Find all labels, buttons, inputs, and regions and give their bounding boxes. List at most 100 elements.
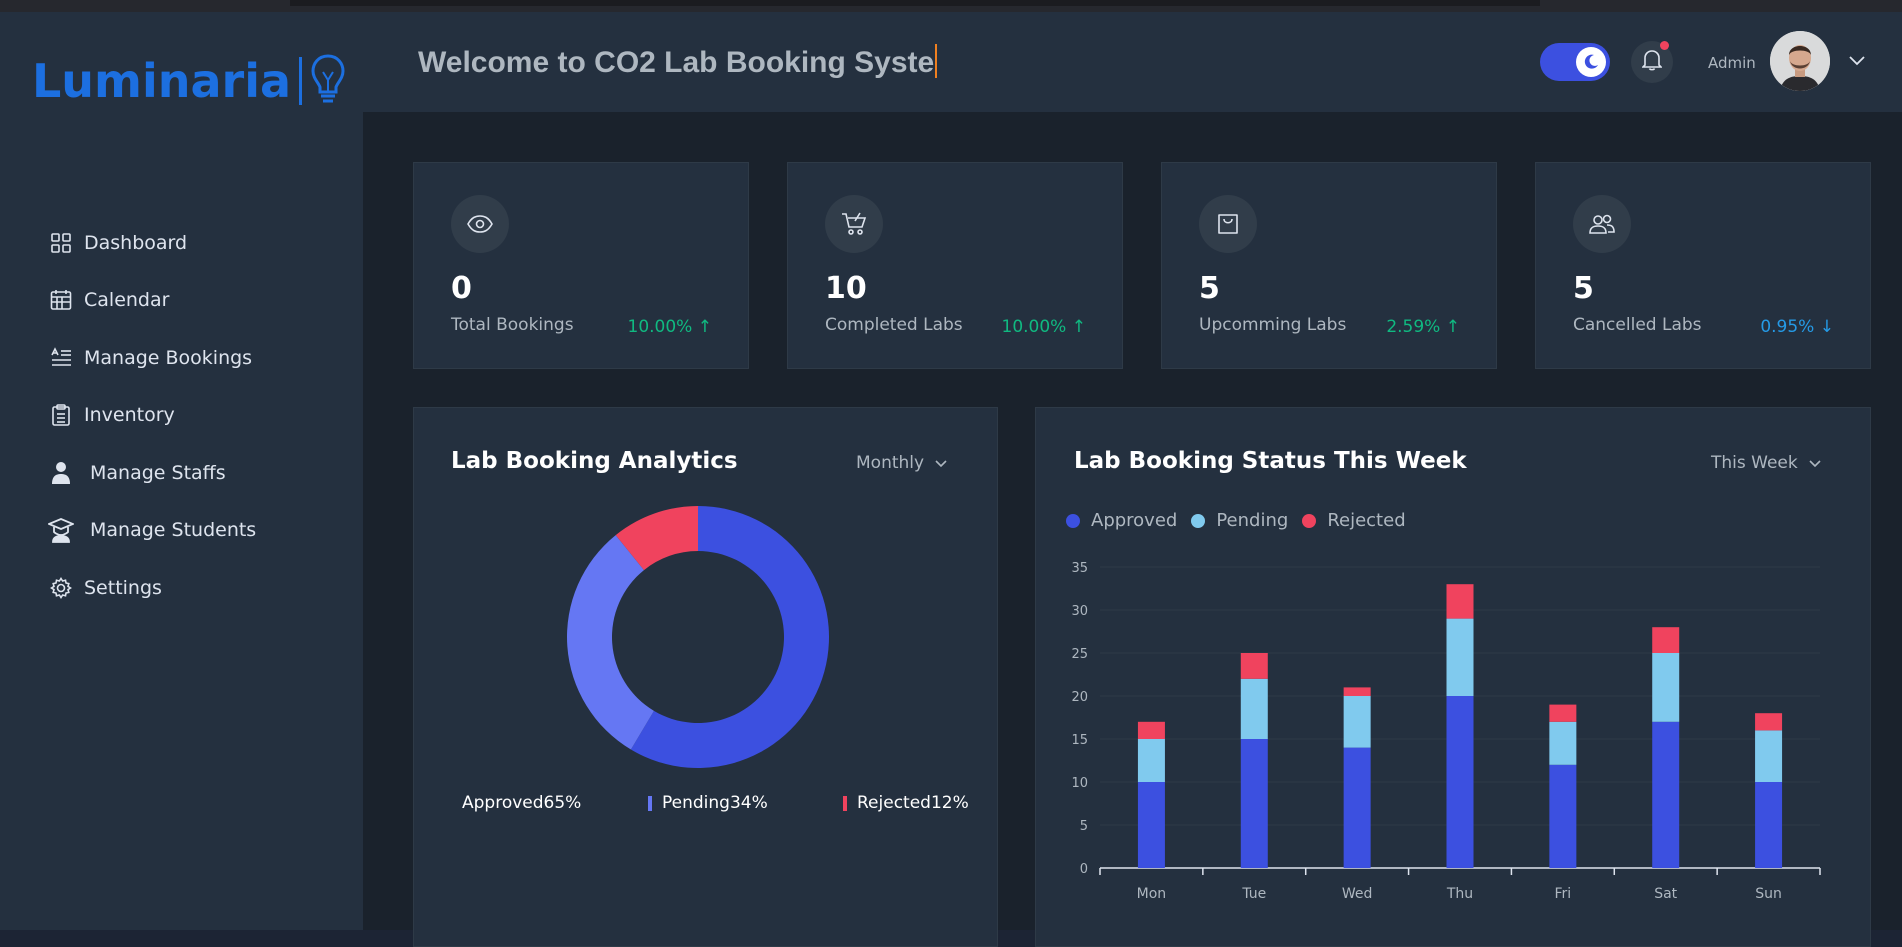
bar-approved-fri: [1549, 764, 1577, 868]
y-tick-label: 10: [1071, 776, 1088, 791]
calendar-icon: [48, 287, 74, 313]
sidebar-item-manage-staffs[interactable]: Manage Staffs: [48, 444, 256, 502]
analytics-card: Lab Booking Analytics Monthly Approved65…: [413, 407, 998, 947]
stat-change: 10.00% ↑: [628, 317, 712, 337]
stat-label: Completed Labs: [825, 315, 963, 335]
stat-value: 5: [1199, 271, 1220, 306]
sidebar-nav: Dashboard Calendar Manage Bookings Inven…: [48, 214, 256, 617]
legend-swatch: [1302, 513, 1317, 528]
arrow-down-icon: ↓: [1819, 317, 1834, 337]
gear-icon: [48, 575, 74, 601]
stat-change: 2.59% ↑: [1386, 317, 1460, 337]
y-tick-label: 20: [1071, 690, 1088, 705]
sidebar-item-manage-students[interactable]: Manage Students: [48, 502, 256, 560]
bar-approved-wed: [1343, 747, 1371, 868]
bar-rejected-sat: [1652, 627, 1680, 653]
legend-marker: [843, 795, 847, 811]
avatar[interactable]: [1770, 31, 1830, 91]
legend-pending[interactable]: Pending: [1191, 510, 1288, 531]
x-tick-label: Sun: [1755, 886, 1782, 902]
status-legend: Approved Pending Rejected: [1066, 510, 1420, 531]
bar-approved-sun: [1755, 782, 1783, 868]
stat-change-value: 10.00%: [1001, 317, 1067, 337]
bar-approved-thu: [1446, 696, 1474, 868]
legend-rejected[interactable]: Rejected: [1302, 510, 1406, 531]
bar-rejected-thu: [1446, 584, 1474, 619]
brand-logo[interactable]: Luminaria: [32, 52, 346, 110]
bar-pending-tue: [1240, 678, 1268, 739]
donut-chart: [567, 506, 829, 768]
sidebar-item-calendar[interactable]: Calendar: [48, 272, 256, 330]
list-icon: [48, 345, 74, 371]
sidebar-item-label: Manage Students: [90, 519, 257, 542]
browser-tab-bar: [290, 0, 1540, 6]
sidebar-item-label: Inventory: [84, 404, 175, 427]
x-tick-label: Tue: [1241, 886, 1266, 902]
user-icon: [48, 460, 74, 486]
page-title: Welcome to CO2 Lab Booking Syste: [418, 44, 938, 80]
legend-label: Approved: [1091, 510, 1178, 531]
bar-rejected-mon: [1137, 721, 1165, 739]
moon-icon: [1576, 47, 1606, 77]
notification-button[interactable]: [1631, 41, 1673, 83]
sidebar: Luminaria Dashboard Calendar Manage Book…: [0, 12, 363, 930]
sidebar-item-dashboard[interactable]: Dashboard: [48, 214, 256, 272]
bar-pending-thu: [1446, 618, 1474, 696]
y-tick-label: 25: [1071, 647, 1088, 662]
text-caret: [935, 44, 938, 78]
stat-value: 5: [1573, 271, 1594, 306]
x-tick-label: Mon: [1137, 886, 1167, 902]
lightbulb-icon: [310, 52, 346, 110]
bar-approved-sat: [1652, 721, 1680, 868]
stat-label: Upcomming Labs: [1199, 315, 1347, 335]
arrow-up-icon: ↑: [1445, 317, 1460, 337]
stat-card-upcoming-labs: 5 Upcomming Labs 2.59% ↑: [1161, 162, 1497, 369]
legend-label: Pending34%: [662, 793, 768, 813]
arrow-up-icon: ↑: [697, 317, 712, 337]
legend-marker: [648, 795, 652, 811]
legend-label: Rejected12%: [857, 793, 969, 813]
y-tick-label: 35: [1071, 561, 1088, 576]
status-title: Lab Booking Status This Week: [1074, 448, 1467, 474]
period-label: This Week: [1711, 453, 1798, 473]
bar-pending-sun: [1755, 730, 1783, 782]
x-tick-label: Fri: [1555, 886, 1572, 902]
notification-dot: [1660, 41, 1669, 50]
legend-label: Pending: [1216, 510, 1289, 531]
stat-change-value: 0.95%: [1760, 317, 1815, 337]
users-icon: [1573, 195, 1631, 253]
sidebar-item-label: Manage Bookings: [84, 346, 253, 369]
sidebar-item-label: Dashboard: [84, 231, 188, 254]
x-tick-label: Sat: [1654, 886, 1677, 902]
bar-rejected-wed: [1343, 687, 1371, 696]
logo-divider: [299, 57, 303, 105]
sidebar-item-manage-bookings[interactable]: Manage Bookings: [48, 329, 256, 387]
legend-label: Rejected: [1327, 510, 1406, 531]
stat-card-cancelled-labs: 5 Cancelled Labs 0.95% ↓: [1535, 162, 1871, 369]
eye-icon: [451, 195, 509, 253]
legend-approved[interactable]: Approved: [1066, 510, 1177, 531]
chevron-down-icon[interactable]: [1848, 52, 1866, 71]
chevron-down-icon: [935, 460, 947, 468]
stat-card-total-bookings: 0 Total Bookings 10.00% ↑: [413, 162, 749, 369]
sidebar-item-label: Settings: [84, 576, 162, 599]
legend-label: Approved65%: [462, 793, 582, 813]
bar-rejected-tue: [1240, 653, 1268, 679]
y-tick-label: 15: [1071, 733, 1088, 748]
sidebar-item-inventory[interactable]: Inventory: [48, 387, 256, 445]
analytics-period-select[interactable]: Monthly: [856, 453, 948, 473]
brand-name: Luminaria: [32, 54, 292, 108]
theme-toggle[interactable]: [1540, 43, 1610, 81]
stat-change-value: 2.59%: [1386, 317, 1441, 337]
y-tick-label: 30: [1071, 604, 1088, 619]
bar-approved-tue: [1240, 739, 1268, 868]
bar-pending-sat: [1652, 653, 1680, 722]
stat-value: 10: [825, 271, 867, 306]
bag-icon: [1199, 195, 1257, 253]
stat-label: Total Bookings: [451, 315, 574, 335]
sidebar-item-settings[interactable]: Settings: [48, 559, 256, 617]
clipboard-icon: [48, 402, 74, 428]
legend-swatch: [1066, 513, 1080, 528]
status-period-select[interactable]: This Week: [1711, 453, 1822, 473]
period-label: Monthly: [856, 453, 925, 473]
